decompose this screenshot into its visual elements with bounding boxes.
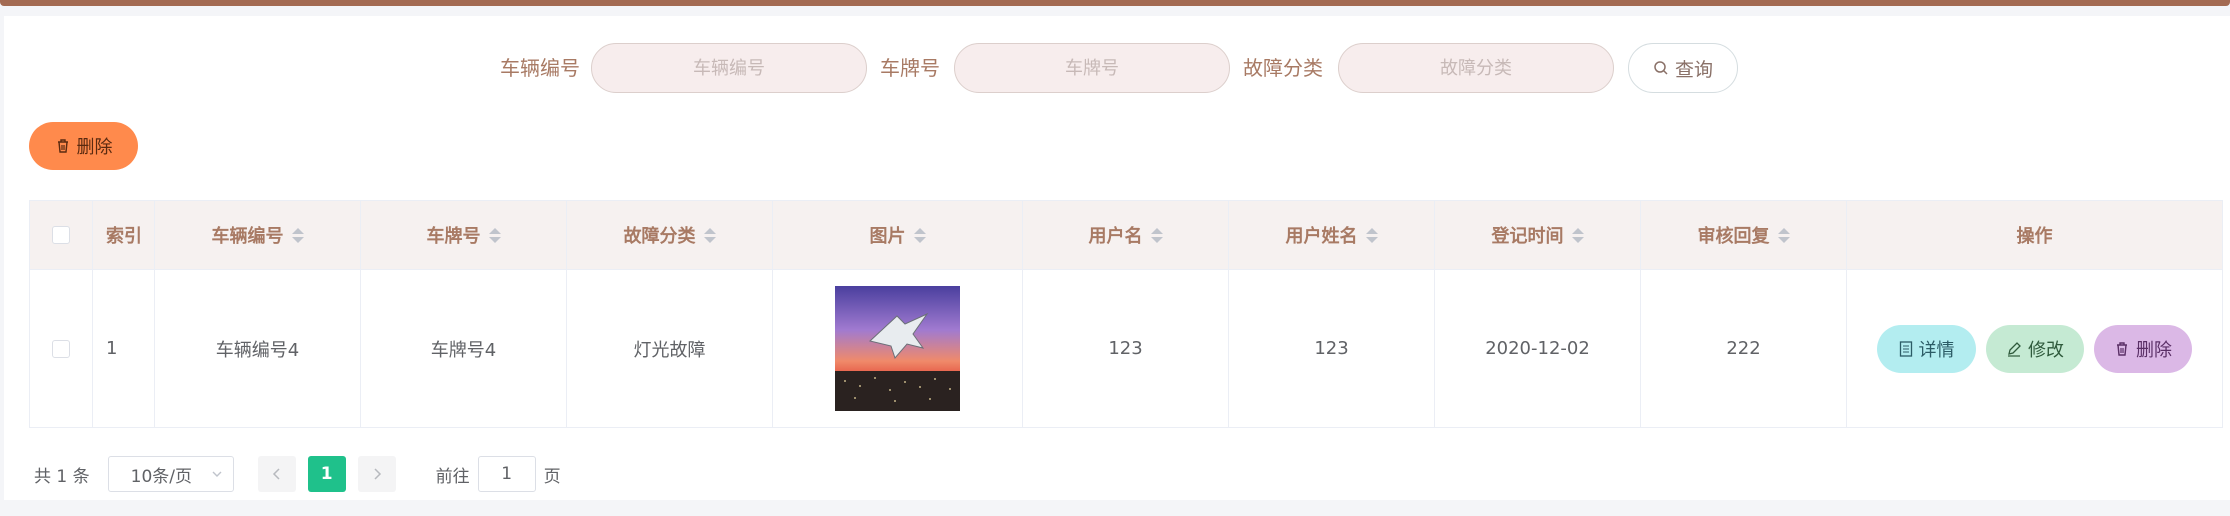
header-checkbox-cell: [30, 201, 93, 269]
header-review-reply-label: 审核回复: [1697, 226, 1770, 247]
total-count: 共 1 条: [34, 466, 90, 487]
pencil-icon: [2008, 341, 2021, 357]
cell-reg-time: 2020-12-02: [1435, 270, 1641, 427]
sort-icon[interactable]: [913, 227, 926, 243]
prev-page-button[interactable]: [257, 456, 296, 492]
chevron-left-icon: [272, 468, 280, 480]
query-button[interactable]: 查询: [1628, 43, 1738, 93]
fault-input[interactable]: [1338, 43, 1614, 93]
search-form: 车辆编号 车牌号 故障分类 查询: [4, 43, 2230, 93]
main-panel: 车辆编号 车牌号 故障分类 查询 删除 索引 车辆编号 车牌号 故障分类 图片 …: [4, 16, 2230, 500]
cell-image: [773, 270, 1023, 427]
detail-label: 详情: [1918, 339, 1955, 361]
header-plate-label: 车牌号: [426, 226, 481, 247]
query-label: 查询: [1674, 58, 1713, 81]
cell-username: 123: [1023, 270, 1229, 427]
batch-delete-button[interactable]: 删除: [29, 122, 138, 170]
goto-label: 前往: [435, 466, 470, 487]
header-username[interactable]: 用户名: [1023, 201, 1229, 269]
sort-icon[interactable]: [488, 227, 501, 243]
next-page-button[interactable]: [357, 456, 396, 492]
sort-icon[interactable]: [703, 227, 716, 243]
cell-fault: 灯光故障: [567, 270, 773, 427]
page-size-value: 10条/页: [130, 466, 192, 487]
page-number-active[interactable]: 1: [307, 456, 346, 492]
header-ops: 操作: [2016, 226, 2053, 247]
trash-icon: [2117, 341, 2127, 356]
cell-review-reply: 222: [1641, 270, 1847, 427]
batch-delete-label: 删除: [76, 137, 113, 158]
sort-icon[interactable]: [291, 227, 304, 243]
table-row: 1 车辆编号4 车牌号4 灯光故障 123 123 2020-12-02 222…: [30, 269, 2222, 427]
header-username-label: 用户名: [1088, 226, 1143, 247]
sort-icon[interactable]: [1365, 227, 1378, 243]
sort-icon[interactable]: [1777, 227, 1790, 243]
document-icon: [1899, 340, 1912, 357]
row-checkbox-cell: [30, 270, 93, 427]
edit-button[interactable]: 修改: [1986, 324, 2084, 373]
goto-page-input[interactable]: 1: [477, 456, 536, 492]
select-all-checkbox[interactable]: [52, 226, 70, 244]
fault-label: 故障分类: [1243, 56, 1323, 80]
data-table: 索引 车辆编号 车牌号 故障分类 图片 用户名 用户姓名 登记时间 审核回复 操…: [29, 200, 2223, 428]
cell-user-fullname: 123: [1229, 270, 1435, 427]
row-delete-button[interactable]: 删除: [2094, 324, 2192, 373]
edit-label: 修改: [2028, 339, 2064, 361]
detail-button[interactable]: 详情: [1877, 324, 1976, 373]
header-vehicle-no[interactable]: 车辆编号: [155, 201, 361, 269]
cell-index: 1: [93, 270, 155, 427]
cell-vehicle-no: 车辆编号4: [155, 270, 361, 427]
header-image[interactable]: 图片: [773, 201, 1023, 269]
sort-icon[interactable]: [1571, 227, 1584, 243]
chevron-right-icon: [374, 468, 381, 480]
jet-photo-thumbnail[interactable]: [835, 286, 960, 411]
header-image-label: 图片: [869, 226, 906, 247]
header-user-fullname-label: 用户姓名: [1285, 226, 1358, 247]
search-icon: [1654, 61, 1668, 75]
plate-input[interactable]: [954, 43, 1230, 93]
header-index: 索引: [93, 201, 155, 269]
trash-icon: [57, 139, 68, 153]
vehicle-no-label: 车辆编号: [500, 56, 580, 80]
page-suffix-label: 页: [543, 466, 561, 487]
top-accent-bar: [0, 0, 2230, 6]
header-reg-time[interactable]: 登记时间: [1435, 201, 1641, 269]
cell-ops: 详情 修改 删除: [1847, 270, 2222, 427]
vehicle-no-input[interactable]: [591, 43, 867, 93]
page-size-select[interactable]: 10条/页: [107, 456, 234, 492]
row-checkbox[interactable]: [52, 339, 70, 358]
chevron-down-icon: [212, 471, 222, 477]
table-header: 索引 车辆编号 车牌号 故障分类 图片 用户名 用户姓名 登记时间 审核回复 操…: [30, 201, 2222, 269]
header-reg-time-label: 登记时间: [1491, 226, 1564, 247]
header-plate[interactable]: 车牌号: [361, 201, 567, 269]
header-user-fullname[interactable]: 用户姓名: [1229, 201, 1435, 269]
row-delete-label: 删除: [2136, 339, 2172, 361]
pagination: 共 1 条 10条/页 1 前往 1 页: [34, 456, 561, 492]
header-vehicle-no-label: 车辆编号: [211, 226, 284, 247]
header-fault[interactable]: 故障分类: [567, 201, 773, 269]
header-review-reply[interactable]: 审核回复: [1641, 201, 1847, 269]
header-fault-label: 故障分类: [623, 226, 696, 247]
cell-plate: 车牌号4: [361, 270, 567, 427]
plate-label: 车牌号: [880, 56, 940, 80]
sort-icon[interactable]: [1150, 227, 1163, 243]
